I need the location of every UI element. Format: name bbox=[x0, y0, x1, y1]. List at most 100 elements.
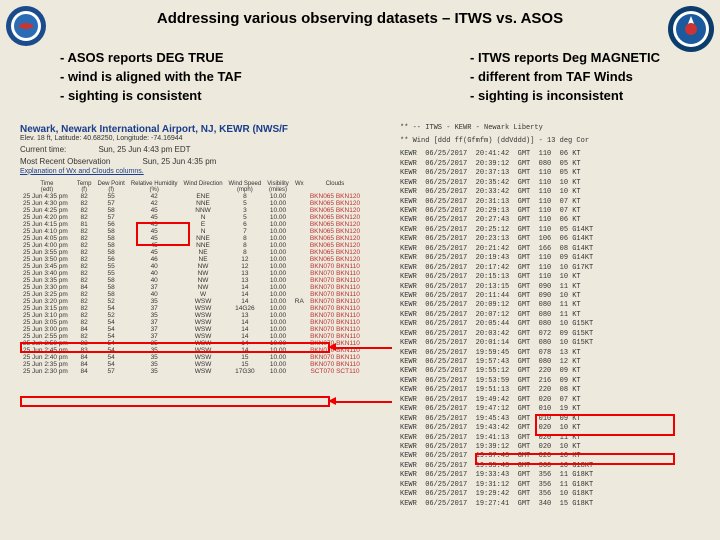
comparison-bullets: - ASOS reports DEG TRUE - wind is aligne… bbox=[0, 27, 720, 106]
table-cell bbox=[292, 242, 307, 249]
table-cell: 13 bbox=[226, 270, 265, 277]
explain-link[interactable]: Explanation of Wx and Clouds columns. bbox=[20, 168, 390, 175]
table-cell: 5 bbox=[226, 214, 265, 221]
table-cell: 15 bbox=[226, 354, 265, 361]
table-cell: 54 bbox=[94, 340, 127, 347]
asos-panel: Newark, Newark International Airport, NJ… bbox=[20, 124, 390, 510]
table-cell bbox=[292, 256, 307, 263]
itws-row: KEWR 06/25/2017 20:29:13 GMT 110 07 KT bbox=[400, 207, 700, 216]
itws-row: KEWR 06/25/2017 19:49:42 GMT 020 07 KT bbox=[400, 396, 700, 405]
arrow-head-icon bbox=[328, 343, 336, 351]
table-cell bbox=[292, 361, 307, 368]
table-cell: 42 bbox=[128, 200, 181, 207]
table-cell: BKN065 BKN120 bbox=[307, 221, 363, 228]
table-row: 25 Jun 4:00 pm825845NNE810.00BKN065 BKN1… bbox=[20, 242, 363, 249]
table-cell bbox=[292, 284, 307, 291]
table-cell: 58 bbox=[94, 242, 127, 249]
table-cell: 10.00 bbox=[264, 333, 292, 340]
table-cell: 37 bbox=[128, 319, 181, 326]
table-row: 25 Jun 4:10 pm825845N710.00BKN065 BKN120 bbox=[20, 228, 363, 235]
itws-row: KEWR 06/25/2017 20:13:15 GMT 090 11 KT bbox=[400, 283, 700, 292]
current-time-label: Current time: bbox=[20, 145, 66, 154]
table-row: 25 Jun 4:20 pm825745N510.00BKN065 BKN120 bbox=[20, 214, 363, 221]
table-cell: 37 bbox=[128, 333, 181, 340]
table-row: 25 Jun 3:15 pm825437WSW14G2610.00BKN070 … bbox=[20, 305, 363, 312]
table-cell: 58 bbox=[94, 277, 127, 284]
table-cell: 14 bbox=[226, 340, 265, 347]
table-cell: 10.00 bbox=[264, 242, 292, 249]
table-cell: 55 bbox=[94, 263, 127, 270]
table-cell: 25 Jun 3:30 pm bbox=[20, 284, 74, 291]
table-cell: 10.00 bbox=[264, 291, 292, 298]
table-cell: 25 Jun 4:35 pm bbox=[20, 193, 74, 200]
asos-bullet: - wind is aligned with the TAF bbox=[60, 68, 242, 87]
table-cell: 25 Jun 4:20 pm bbox=[20, 214, 74, 221]
itws-row: KEWR 06/25/2017 20:01:14 GMT 080 10 G15K… bbox=[400, 339, 700, 348]
table-cell: 25 Jun 4:25 pm bbox=[20, 207, 74, 214]
table-cell bbox=[292, 200, 307, 207]
table-row: 25 Jun 3:30 pm845837NW1410.00BKN070 BKN1… bbox=[20, 284, 363, 291]
table-cell: 40 bbox=[128, 270, 181, 277]
table-cell: 10.00 bbox=[264, 277, 292, 284]
table-cell: 81 bbox=[74, 221, 95, 228]
asos-bullet: - ASOS reports DEG TRUE bbox=[60, 49, 242, 68]
table-cell: 14 bbox=[226, 284, 265, 291]
column-header: Dew Point bbox=[94, 181, 127, 187]
table-cell: 82 bbox=[74, 263, 95, 270]
table-cell: 58 bbox=[94, 284, 127, 291]
table-cell: 8 bbox=[226, 249, 265, 256]
table-cell: 82 bbox=[74, 207, 95, 214]
table-cell bbox=[292, 340, 307, 347]
table-cell: 10.00 bbox=[264, 270, 292, 277]
table-cell: BKN070 BKN110 bbox=[307, 305, 363, 312]
table-cell: 10.00 bbox=[264, 340, 292, 347]
table-cell: 25 Jun 3:40 pm bbox=[20, 270, 74, 277]
table-cell: BKN070 BKN110 bbox=[307, 361, 363, 368]
table-cell: 40 bbox=[128, 277, 181, 284]
table-cell: 10.00 bbox=[264, 256, 292, 263]
table-cell: 25 Jun 4:10 pm bbox=[20, 228, 74, 235]
itws-header: ** -- ITWS - KEWR - Newark Liberty bbox=[400, 124, 700, 133]
table-row: 25 Jun 3:50 pm825646NE1210.00BKN065 BKN1… bbox=[20, 256, 363, 263]
table-cell: BKN065 BKN120 bbox=[307, 249, 363, 256]
table-cell: WSW bbox=[181, 368, 226, 375]
table-cell: 82 bbox=[74, 214, 95, 221]
table-cell: NE bbox=[181, 256, 226, 263]
table-cell: 37 bbox=[128, 326, 181, 333]
table-cell: 14G26 bbox=[226, 305, 265, 312]
table-cell: 25 Jun 3:05 pm bbox=[20, 319, 74, 326]
table-row: 25 Jun 3:45 pm825540NW1210.00BKN070 BKN1… bbox=[20, 263, 363, 270]
table-cell: 45 bbox=[128, 214, 181, 221]
arrow-icon bbox=[332, 401, 392, 403]
table-row: 25 Jun 2:55 pm825437WSW1410.00BKN070 BKN… bbox=[20, 333, 363, 340]
table-row: 25 Jun 4:30 pm825742NNE510.00BKN065 BKN1… bbox=[20, 200, 363, 207]
itws-column: - ITWS reports Deg MAGNETIC - different … bbox=[470, 49, 660, 106]
table-cell: BKN065 BKN120 bbox=[307, 200, 363, 207]
table-cell: 82 bbox=[74, 249, 95, 256]
table-cell bbox=[292, 312, 307, 319]
table-cell: 82 bbox=[74, 277, 95, 284]
itws-row: KEWR 06/25/2017 20:35:42 GMT 110 10 KT bbox=[400, 179, 700, 188]
table-cell: 84 bbox=[74, 368, 95, 375]
table-cell: BKN065 BKN120 bbox=[307, 235, 363, 242]
table-cell: NNE bbox=[181, 200, 226, 207]
itws-row: KEWR 06/25/2017 20:03:42 GMT 072 09 G15K… bbox=[400, 330, 700, 339]
table-cell: 7 bbox=[226, 228, 265, 235]
column-header: Visibility bbox=[264, 181, 292, 187]
table-cell: WSW bbox=[181, 326, 226, 333]
itws-row: KEWR 06/25/2017 20:05:44 GMT 080 10 G15K… bbox=[400, 320, 700, 329]
table-cell: 25 Jun 2:45 pm bbox=[20, 347, 74, 354]
table-cell: RA bbox=[292, 298, 307, 305]
table-cell: WSW bbox=[181, 340, 226, 347]
table-cell: 25 Jun 3:20 pm bbox=[20, 298, 74, 305]
table-cell: 45 bbox=[128, 235, 181, 242]
table-cell: 25 Jun 4:05 pm bbox=[20, 235, 74, 242]
table-row: 25 Jun 4:35 pm825542ENE810.00BKN065 BKN1… bbox=[20, 193, 363, 200]
itws-row: KEWR 06/25/2017 20:37:13 GMT 110 05 KT bbox=[400, 169, 700, 178]
table-cell: BKN065 BKN120 bbox=[307, 242, 363, 249]
table-cell: 58 bbox=[94, 291, 127, 298]
table-cell: 5 bbox=[226, 200, 265, 207]
table-cell: 15 bbox=[226, 361, 265, 368]
recent-obs-value: Sun, 25 Jun 4:35 pm bbox=[143, 157, 217, 166]
station-sub: Elev. 18 ft, Latitude: 40.68250, Longitu… bbox=[20, 135, 390, 142]
